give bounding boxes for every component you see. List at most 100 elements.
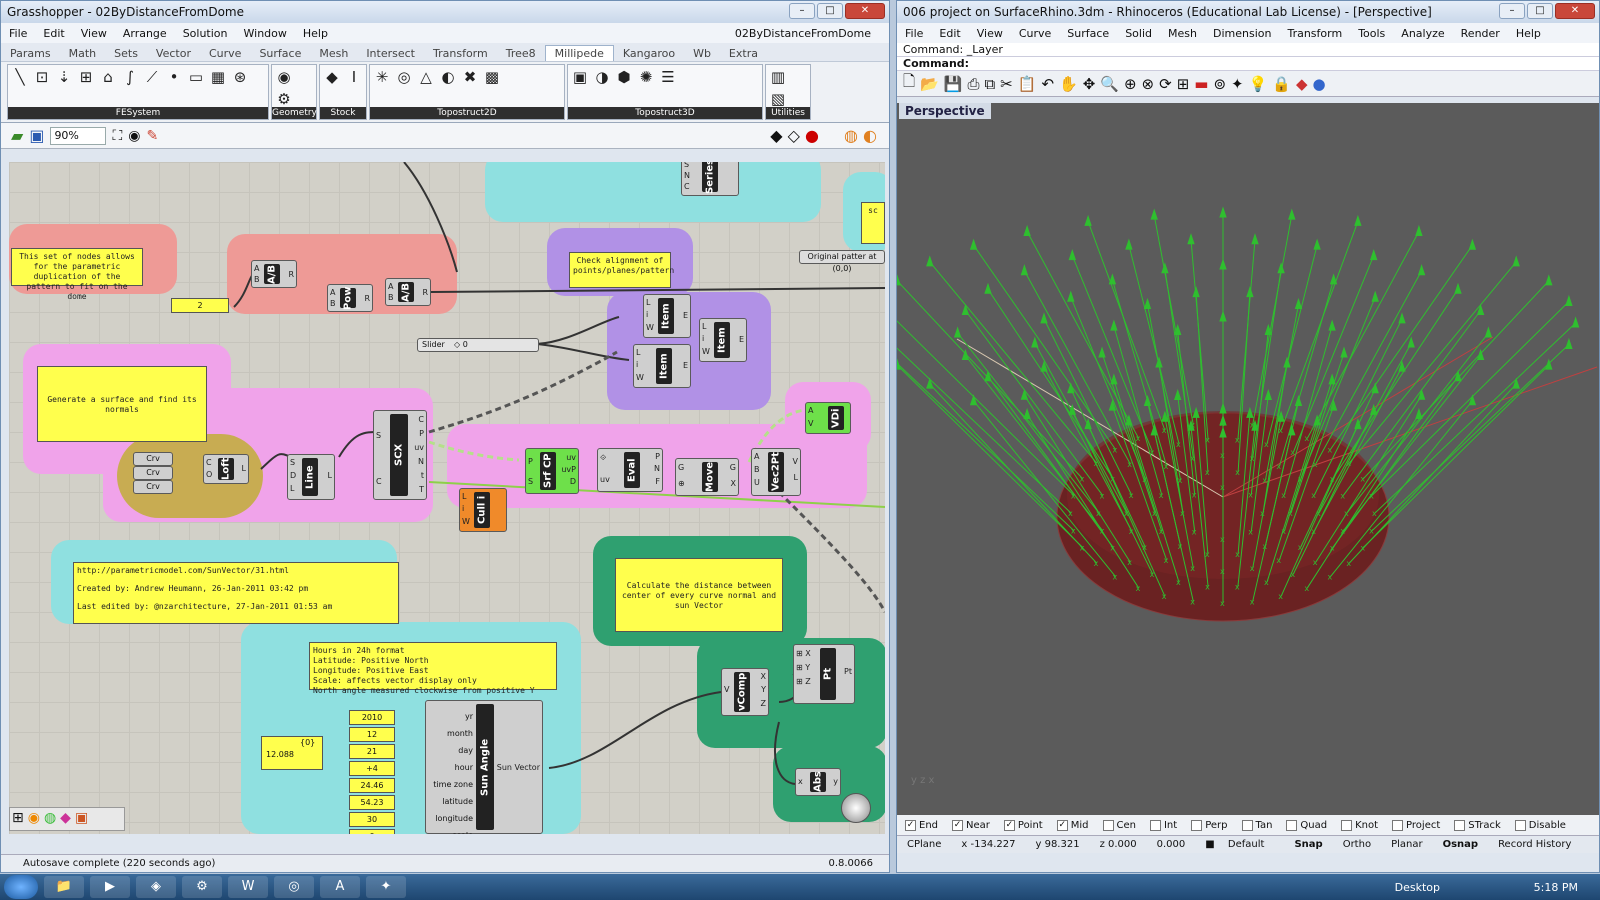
mesh2d-icon[interactable]: ✳ bbox=[372, 67, 392, 87]
osnap-knot[interactable]: Knot bbox=[1341, 819, 1378, 831]
open-icon[interactable]: 📂 bbox=[920, 75, 939, 93]
panel-value[interactable]: {0} 12.088 bbox=[261, 736, 323, 770]
rh-menu-edit[interactable]: Edit bbox=[931, 27, 968, 40]
chrome-icon[interactable]: ◎ bbox=[274, 876, 314, 898]
box3d-icon[interactable]: ▣ bbox=[570, 67, 590, 87]
node-vdi[interactable]: A V VDi bbox=[805, 402, 851, 434]
tab-wb[interactable]: Wb bbox=[684, 46, 720, 61]
record-history-toggle[interactable]: Record History bbox=[1488, 839, 1581, 850]
note-surface[interactable]: Generate a surface and find its normals bbox=[37, 366, 207, 442]
app-icon[interactable]: ⚙ bbox=[182, 876, 222, 898]
shell-icon[interactable]: ▦ bbox=[208, 67, 228, 87]
osnap-disable[interactable]: Disable bbox=[1514, 819, 1566, 831]
menu-arrange[interactable]: Arrange bbox=[115, 27, 175, 40]
line-icon[interactable]: ╲ bbox=[10, 67, 30, 87]
sun-input-value[interactable]: 0 bbox=[349, 829, 395, 834]
osnap-perp[interactable]: Perp bbox=[1191, 819, 1228, 831]
layer-indicator[interactable]: ■ Default bbox=[1195, 839, 1284, 850]
sun-input-value[interactable]: 12 bbox=[349, 727, 395, 742]
render-sphere-icon[interactable]: ● bbox=[1313, 75, 1326, 93]
note-credits[interactable]: http://parametricmodel.com/SunVector/31.… bbox=[73, 562, 399, 624]
maximize-button[interactable]: □ bbox=[817, 3, 843, 19]
note-distance[interactable]: Calculate the distance between center of… bbox=[615, 558, 783, 632]
checkbox-icon[interactable]: ✓ bbox=[905, 819, 916, 831]
new-icon[interactable]: 🗋 bbox=[903, 71, 915, 96]
box-icon[interactable]: ▣ bbox=[75, 810, 88, 828]
osnap-tan[interactable]: Tan bbox=[1241, 819, 1272, 831]
checker-icon[interactable]: ▧ bbox=[768, 89, 788, 109]
rh-menu-file[interactable]: File bbox=[897, 27, 931, 40]
material-icon[interactable]: ◆ bbox=[1296, 75, 1308, 93]
formula-icon[interactable]: ∫ bbox=[120, 67, 140, 87]
color-icon[interactable]: ◍ bbox=[44, 810, 56, 828]
note-duplication[interactable]: This set of nodes allows for the paramet… bbox=[11, 248, 143, 301]
desktop-toolbar[interactable]: Desktop bbox=[1395, 881, 1440, 894]
grasshopper-icon[interactable]: ✦ bbox=[366, 876, 406, 898]
explorer-icon[interactable]: 📁 bbox=[44, 876, 84, 898]
copy-icon[interactable]: ⧉ bbox=[984, 75, 995, 93]
osnap-near[interactable]: ✓ Near bbox=[952, 819, 990, 831]
sphere-icon[interactable]: ◉ bbox=[274, 67, 294, 87]
checkbox-icon[interactable] bbox=[1191, 819, 1203, 831]
rh-menu-mesh[interactable]: Mesh bbox=[1160, 27, 1205, 40]
rh-maximize-button[interactable]: □ bbox=[1527, 3, 1553, 19]
eye3d-icon[interactable]: ◑ bbox=[592, 67, 612, 87]
rh-minimize-button[interactable]: – bbox=[1499, 3, 1525, 19]
sun-input-value[interactable]: 30 bbox=[349, 812, 395, 827]
lock-icon[interactable]: 🔒 bbox=[1272, 75, 1291, 93]
move-view-icon[interactable]: ✥ bbox=[1083, 75, 1096, 93]
rh-close-button[interactable]: ✕ bbox=[1555, 3, 1595, 19]
snap-toggle[interactable]: Snap bbox=[1284, 839, 1332, 850]
cross-icon[interactable]: ✖ bbox=[460, 67, 480, 87]
checkbox-icon[interactable] bbox=[1454, 819, 1466, 831]
sketch-icon[interactable]: ✎ bbox=[146, 128, 158, 144]
pdf-icon[interactable]: A bbox=[320, 876, 360, 898]
command-input[interactable]: Command: bbox=[897, 57, 1599, 71]
osnap-point[interactable]: ✓ Point bbox=[1003, 819, 1043, 831]
net-icon[interactable]: ✺ bbox=[636, 67, 656, 87]
cube-icon[interactable]: ◆ bbox=[322, 67, 342, 87]
checkbox-icon[interactable]: ✓ bbox=[1003, 819, 1015, 831]
word-icon[interactable]: W bbox=[228, 876, 268, 898]
media-icon[interactable]: ▶ bbox=[90, 876, 130, 898]
node-scx[interactable]: S C SCX C Puv Nt T bbox=[373, 410, 427, 500]
planar-toggle[interactable]: Planar bbox=[1381, 839, 1433, 850]
osnap-project[interactable]: Project bbox=[1392, 819, 1440, 831]
close-button[interactable]: ✕ bbox=[845, 3, 885, 19]
node-loft[interactable]: C O Loft L bbox=[203, 454, 249, 484]
paste-icon[interactable]: 📋 bbox=[1018, 75, 1037, 93]
rh-menu-view[interactable]: View bbox=[969, 27, 1011, 40]
bulb-icon[interactable]: 💡 bbox=[1249, 75, 1268, 93]
rh-menu-dimension[interactable]: Dimension bbox=[1205, 27, 1279, 40]
rh-menu-surface[interactable]: Surface bbox=[1059, 27, 1117, 40]
tab-mesh[interactable]: Mesh bbox=[310, 46, 357, 61]
crv-param-1[interactable]: Crv bbox=[133, 452, 173, 466]
checkbox-icon[interactable]: ✓ bbox=[952, 819, 964, 831]
checkbox-icon[interactable] bbox=[1514, 819, 1526, 831]
rh-menu-analyze[interactable]: Analyze bbox=[1393, 27, 1452, 40]
diag-icon[interactable]: ⟋ bbox=[142, 67, 162, 87]
osnap-strack[interactable]: STrack bbox=[1454, 819, 1501, 831]
zoom-window-icon[interactable]: ⊕ bbox=[1124, 75, 1137, 93]
save-icon[interactable]: 💾 bbox=[944, 75, 963, 93]
grid2-icon[interactable]: ▩ bbox=[482, 67, 502, 87]
rh-menu-render[interactable]: Render bbox=[1453, 27, 1508, 40]
tab-vector[interactable]: Vector bbox=[147, 46, 200, 61]
cut-icon[interactable]: ✂ bbox=[1000, 75, 1013, 93]
osnap-cen[interactable]: Cen bbox=[1102, 819, 1136, 831]
node-pow[interactable]: A B Pow R bbox=[327, 284, 373, 312]
sun-input-value[interactable]: 54.23 bbox=[349, 795, 395, 810]
sun-input-value[interactable]: 21 bbox=[349, 744, 395, 759]
tab-math[interactable]: Math bbox=[60, 46, 106, 61]
rh-menu-transform[interactable]: Transform bbox=[1279, 27, 1350, 40]
rhino-icon[interactable]: ◈ bbox=[136, 876, 176, 898]
node-vec2pt[interactable]: A B U Vec2Pt V L bbox=[751, 448, 801, 496]
osnap-quad[interactable]: Quad bbox=[1286, 819, 1327, 831]
ortho-toggle[interactable]: Ortho bbox=[1333, 839, 1381, 850]
grid-icon[interactable]: ⊞ bbox=[76, 67, 96, 87]
target-icon[interactable]: ⊚ bbox=[1213, 75, 1226, 93]
preview-mode-icon[interactable]: ◆ ◇ ● bbox=[770, 126, 819, 145]
checkbox-icon[interactable] bbox=[1102, 819, 1114, 831]
sun-input-value[interactable]: 2010 bbox=[349, 710, 395, 725]
menu-solution[interactable]: Solution bbox=[175, 27, 236, 40]
